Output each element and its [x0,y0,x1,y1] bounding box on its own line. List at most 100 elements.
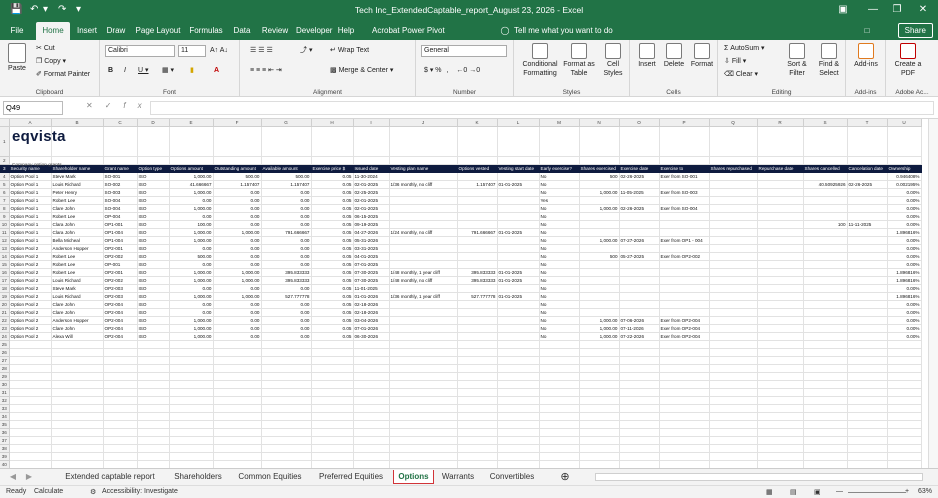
cell[interactable]: 11-30-2024 [353,172,390,181]
create-pdf-button[interactable]: Create a PDF [890,43,926,78]
cell[interactable]: 0.00 [213,196,262,205]
cell[interactable]: OP1-001 [103,220,138,229]
cell[interactable]: 500 [579,252,620,261]
formula-input[interactable] [150,101,934,115]
cell[interactable] [659,420,710,429]
cell[interactable] [9,388,52,397]
cell[interactable]: No [539,332,580,341]
cell[interactable] [803,356,848,365]
cell[interactable]: No [539,276,580,285]
cell[interactable] [457,244,498,253]
row-header[interactable]: 16 [0,268,10,277]
font-color-icon[interactable]: A [214,66,219,76]
cut-button[interactable]: ✂ Cut [36,44,55,54]
cell[interactable]: Ownership [887,164,922,173]
cell[interactable]: 09-19-2025 [353,220,390,229]
cell[interactable]: 1/36 monthly, no cliff [389,180,458,189]
column-header[interactable]: N [579,119,620,127]
cell[interactable] [103,420,138,429]
tab-data[interactable]: Data [230,24,254,38]
cell[interactable] [389,340,458,349]
cell[interactable]: Option Pool 1 [9,212,52,221]
cell[interactable] [389,204,458,213]
cell[interactable] [847,428,888,437]
cell[interactable] [311,412,354,421]
column-header[interactable]: R [757,119,804,127]
column-header[interactable]: I [353,119,390,127]
cell[interactable]: 0.05 [311,212,354,221]
cell[interactable] [579,452,620,461]
conditional-formatting-button[interactable]: Conditional Formatting [518,43,562,78]
cell[interactable]: ISO [137,212,170,221]
cell[interactable] [709,324,758,333]
cell[interactable]: 0.05 [311,268,354,277]
cell[interactable] [847,460,888,468]
cell[interactable] [497,420,540,429]
cell[interactable] [619,380,660,389]
cell[interactable]: Available amount [261,164,312,173]
cell[interactable] [103,340,138,349]
accounting-format-icon[interactable]: $ ▾ % , ←0 →0 [424,66,480,76]
cell[interactable] [887,380,922,389]
cell[interactable] [757,204,804,213]
cell[interactable] [619,180,660,189]
row-header[interactable]: 11 [0,228,10,237]
cell[interactable] [51,428,104,437]
cell[interactable] [389,396,458,405]
cell[interactable]: 0.00 [169,260,214,269]
cell[interactable]: OP2-001 [103,268,138,277]
fill-color-icon[interactable]: ▮ [190,66,194,76]
sheet-tab-convertibles[interactable]: Convertibles [484,470,540,484]
column-header[interactable]: D [137,119,170,127]
cell[interactable]: Exer from OP2-004 [659,316,710,325]
cell[interactable]: 0.00% [887,252,922,261]
cell[interactable] [213,364,262,373]
restore-icon[interactable]: ❐ [886,3,908,17]
cell[interactable]: 06-15-2025 [353,212,390,221]
cell[interactable]: 0.00 [169,212,214,221]
cell[interactable]: Yes [539,196,580,205]
row-header[interactable]: 4 [0,172,10,181]
cell[interactable] [709,212,758,221]
cell[interactable] [709,236,758,245]
cell[interactable]: Option Pool 2 [9,324,52,333]
cell[interactable] [709,284,758,293]
column-header[interactable]: A [9,119,52,127]
cell[interactable] [847,212,888,221]
minimize-icon[interactable]: — [862,3,884,17]
cell[interactable] [757,396,804,405]
cell[interactable]: 06-30-2026 [353,332,390,341]
cell[interactable] [169,412,214,421]
tab-acrobat[interactable]: Power Pivot [402,24,445,38]
cell[interactable] [169,372,214,381]
cell[interactable] [353,428,390,437]
cell[interactable] [659,396,710,405]
cell[interactable] [169,460,214,468]
cell[interactable] [389,156,458,165]
cell[interactable] [757,372,804,381]
font-grow-shrink-icon[interactable]: A↑ A↓ [210,46,228,56]
row-header[interactable]: 22 [0,316,10,325]
column-header[interactable]: E [169,119,214,127]
select-all-corner[interactable] [0,119,10,127]
cell[interactable] [619,412,660,421]
cell[interactable] [311,420,354,429]
cell[interactable] [539,428,580,437]
cell[interactable] [579,308,620,317]
cell[interactable] [847,348,888,357]
zoom-in-icon[interactable]: + [905,488,909,495]
cell[interactable] [261,396,312,405]
cell[interactable] [619,388,660,397]
cell[interactable] [619,340,660,349]
cell[interactable]: Clara John [51,228,104,237]
cell[interactable] [709,126,758,157]
cell[interactable] [261,460,312,468]
cell[interactable] [619,220,660,229]
cell[interactable] [389,428,458,437]
cell[interactable] [659,284,710,293]
cell[interactable]: ISO [137,308,170,317]
cell[interactable]: Robert Lee [51,196,104,205]
cell[interactable]: Clare John [51,300,104,309]
cell[interactable]: 0.00 [213,324,262,333]
cell[interactable] [353,420,390,429]
